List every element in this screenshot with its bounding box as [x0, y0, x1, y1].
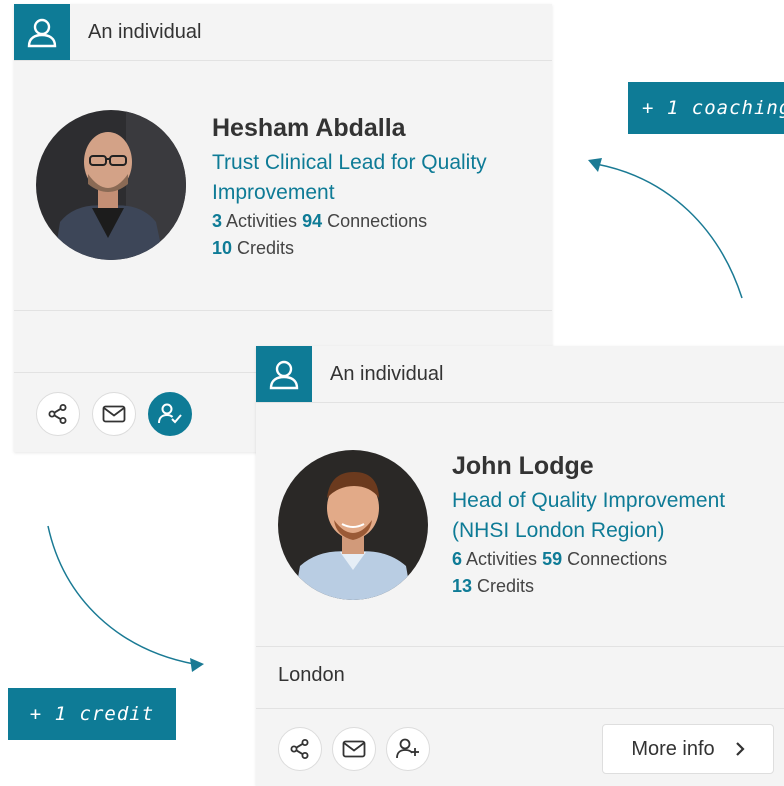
card-type-label: An individual — [88, 21, 202, 43]
profile-card-john: An individual John Lodge Head of Quality… — [256, 346, 784, 786]
more-info-button[interactable]: More info — [602, 724, 774, 774]
share-icon — [48, 404, 67, 424]
card-type-label: An individual — [330, 363, 444, 385]
profile-name[interactable]: John Lodge — [452, 452, 594, 481]
add-connection-button[interactable] — [386, 727, 430, 771]
message-button[interactable] — [332, 727, 376, 771]
divider — [14, 310, 552, 311]
person-icon — [256, 346, 312, 402]
avatar — [36, 110, 186, 260]
profile-stats: 3 Activities 94 Connections 10 Credits — [212, 208, 427, 262]
credits-label: Credits — [237, 238, 295, 258]
credits-count: 13 — [452, 576, 473, 596]
card-header: An individual — [14, 4, 552, 61]
mail-icon — [102, 405, 126, 423]
activities-count: 3 — [212, 211, 223, 231]
profile-role: Head of Quality Improvement (NHSI London… — [452, 489, 726, 542]
activities-label: Activities — [466, 549, 538, 569]
divider — [256, 646, 784, 647]
share-icon — [290, 739, 309, 759]
card-header: An individual — [256, 346, 784, 403]
connections-label: Connections — [327, 211, 428, 231]
add-user-icon — [396, 738, 419, 759]
credit-tag: + 1 credit — [8, 688, 176, 740]
coaching-tag: + 1 coaching — [628, 82, 784, 134]
message-button[interactable] — [92, 392, 136, 436]
more-info-label: More info — [631, 737, 715, 760]
connections-count: 59 — [542, 549, 563, 569]
mail-icon — [342, 740, 366, 758]
connected-button[interactable] — [148, 392, 192, 436]
person-icon — [14, 4, 70, 60]
divider — [256, 708, 784, 709]
avatar — [278, 450, 428, 600]
chevron-right-icon — [735, 742, 745, 756]
share-button[interactable] — [36, 392, 80, 436]
connections-label: Connections — [567, 549, 668, 569]
credits-count: 10 — [212, 238, 233, 258]
connections-count: 94 — [302, 211, 323, 231]
credits-label: Credits — [477, 576, 535, 596]
activities-count: 6 — [452, 549, 463, 569]
profile-name[interactable]: Hesham Abdalla — [212, 114, 406, 143]
connected-user-icon — [158, 403, 182, 424]
share-button[interactable] — [278, 727, 322, 771]
profile-role: Trust Clinical Lead for Quality Improvem… — [212, 151, 487, 204]
activities-label: Activities — [226, 211, 298, 231]
location-text: London — [278, 664, 345, 686]
profile-stats: 6 Activities 59 Connections 13 Credits — [452, 546, 667, 600]
